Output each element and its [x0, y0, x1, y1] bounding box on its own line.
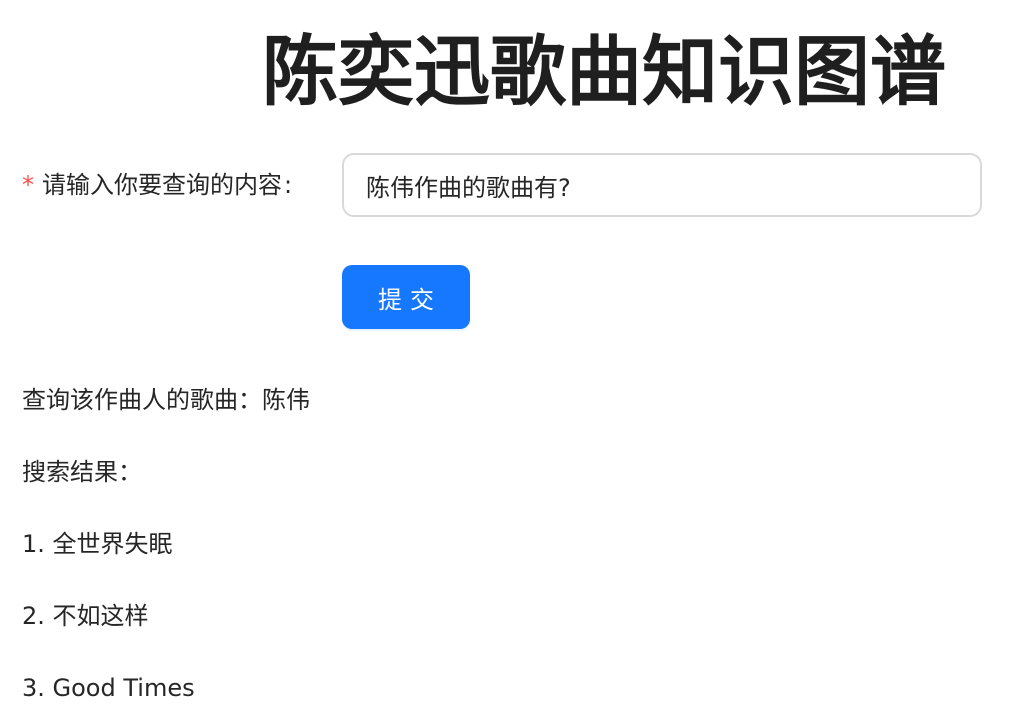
result-item: 1. 全世界失眠: [22, 530, 173, 558]
query-label: * 请输入你要查询的内容:: [22, 153, 292, 217]
page-title: 陈奕迅歌曲知识图谱: [262, 27, 946, 116]
page: 陈奕迅歌曲知识图谱 * 请输入你要查询的内容: 提交 查询该作曲人的歌曲：陈伟 搜…: [0, 0, 1012, 724]
results-section: 查询该作曲人的歌曲：陈伟 搜索结果： 1. 全世界失眠 2. 不如这样 3. G…: [22, 380, 982, 724]
submit-button[interactable]: 提交: [342, 265, 470, 329]
query-label-text: 请输入你要查询的内容: [42, 171, 282, 199]
result-item: 2. 不如这样: [22, 602, 149, 630]
results-heading: 搜索结果：: [22, 458, 142, 486]
query-summary: 查询该作曲人的歌曲：陈伟: [22, 386, 310, 414]
query-label-colon: :: [284, 171, 293, 199]
required-mark: *: [22, 171, 34, 199]
result-item: 3. Good Times: [22, 674, 195, 702]
query-input[interactable]: [342, 153, 982, 217]
query-form-row: * 请输入你要查询的内容:: [22, 153, 982, 217]
